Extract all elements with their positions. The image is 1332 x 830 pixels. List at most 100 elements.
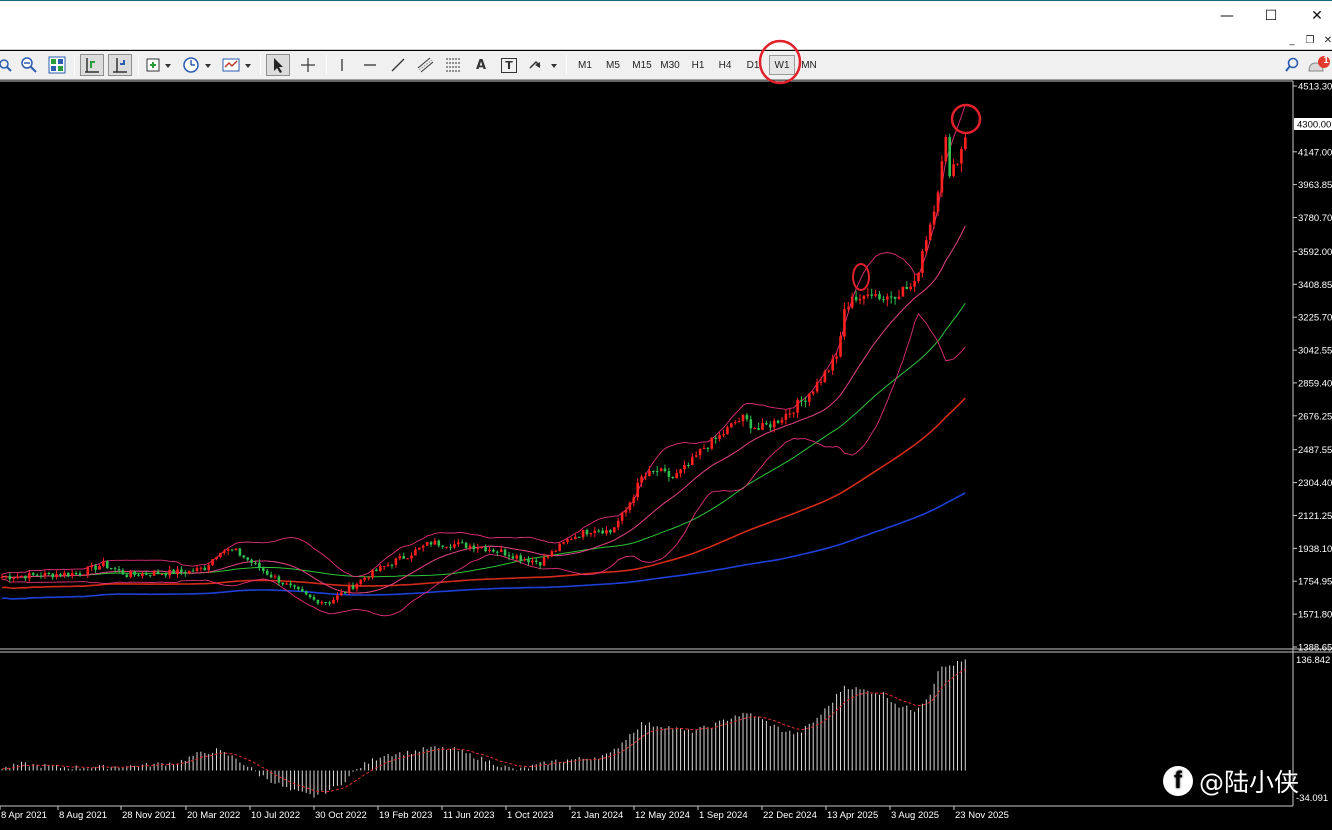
candle-body — [616, 520, 620, 528]
candle-body — [854, 296, 858, 301]
candle-body — [195, 567, 199, 572]
timeframe-m1[interactable]: M1 — [572, 55, 598, 75]
text-label-tool-button[interactable]: T — [498, 54, 520, 76]
candle-body — [262, 568, 265, 571]
candle-body — [379, 566, 382, 571]
candle-body — [152, 571, 156, 576]
periods-clock-icon[interactable] — [180, 54, 214, 76]
horizontal-line-icon[interactable] — [358, 54, 382, 76]
date-tick-label: 22 Dec 2024 — [763, 810, 817, 821]
candle-body — [382, 566, 386, 567]
candle-body — [168, 569, 171, 576]
candle-body — [394, 558, 398, 565]
price-tick-label: 2121.25 — [1298, 511, 1332, 522]
toolbar: A T M1 M5 M15 M30 H1 H4 D1 W1 MN 1 — [0, 51, 1332, 80]
candle-body — [675, 473, 678, 478]
auto-scroll-icon[interactable] — [80, 54, 104, 76]
search-icon[interactable] — [1282, 54, 1302, 76]
candle-body — [429, 542, 433, 545]
candle-body — [8, 576, 12, 579]
candle-body — [304, 591, 308, 595]
candle-body — [609, 530, 612, 533]
close-button[interactable]: ✕ — [1294, 1, 1332, 31]
candle-body — [956, 163, 959, 165]
candle-body — [324, 602, 327, 603]
candle-body — [425, 542, 429, 546]
chart-restore-button[interactable]: ❐ — [1302, 33, 1318, 47]
candle-body — [710, 437, 714, 449]
candle-body — [862, 295, 866, 300]
candle-body — [215, 557, 218, 560]
price-chart[interactable]: 4513.30 4147.00 3963.85 3780.70 3592.00 3408.… — [0, 80, 1332, 830]
candle-body — [293, 585, 296, 587]
candle-body — [581, 530, 585, 538]
vertical-line-icon[interactable] — [332, 54, 352, 76]
candle-body — [12, 577, 15, 579]
candle-body — [480, 547, 483, 549]
alerts-badge: 1 — [1323, 55, 1329, 66]
minimize-button[interactable]: — — [1204, 1, 1250, 31]
text-tool-button[interactable]: A — [470, 54, 492, 76]
toolbar-separator — [74, 55, 75, 75]
candle-body — [589, 532, 593, 535]
candle-body — [125, 574, 129, 578]
trendline-icon[interactable] — [386, 54, 410, 76]
current-price-label: 4300.00 — [1297, 120, 1331, 131]
price-tick-label: 3225.70 — [1298, 313, 1332, 324]
zoom-in-icon[interactable] — [0, 54, 14, 76]
timeframe-h1[interactable]: H1 — [685, 55, 711, 75]
alerts-icon[interactable]: 1 — [1306, 54, 1332, 76]
templates-icon[interactable] — [220, 54, 254, 76]
candle-body — [827, 370, 831, 372]
candle-body — [55, 574, 58, 578]
candle-body — [733, 422, 737, 424]
candle-body — [804, 400, 807, 402]
candle-body — [199, 567, 203, 569]
candle-body — [659, 468, 663, 472]
chart-minimize-button[interactable]: _ — [1284, 33, 1300, 47]
candle-body — [20, 575, 23, 577]
fibonacci-icon[interactable] — [442, 54, 466, 76]
candle-body — [847, 307, 850, 309]
date-tick-label: 11 Jun 2023 — [443, 810, 495, 821]
maximize-button[interactable]: ☐ — [1248, 1, 1294, 31]
chart-shift-icon[interactable] — [108, 54, 132, 76]
tile-windows-icon[interactable] — [46, 54, 68, 76]
candle-body — [246, 557, 249, 560]
candle-body — [667, 471, 671, 477]
candle-body — [332, 599, 335, 604]
price-tick-label: 1938.10 — [1298, 544, 1332, 555]
candle-body — [340, 592, 343, 596]
price-tick-label: 1571.80 — [1298, 610, 1332, 621]
candle-body — [737, 421, 741, 423]
candle-body — [800, 399, 803, 401]
candle-body — [273, 576, 277, 578]
candle-body — [328, 602, 331, 604]
crosshair-icon[interactable] — [296, 54, 320, 76]
timeframe-m5[interactable]: M5 — [600, 55, 626, 75]
candle-body — [312, 597, 316, 600]
candle-body — [82, 574, 86, 576]
price-tick-label: 1754.95 — [1298, 577, 1332, 588]
zoom-out-icon[interactable] — [18, 54, 40, 76]
cursor-icon[interactable] — [266, 54, 290, 76]
indicators-icon[interactable] — [144, 54, 174, 76]
candle-body — [160, 573, 164, 575]
timeframe-m30[interactable]: M30 — [656, 55, 684, 75]
toolbar-separator — [138, 55, 139, 75]
chart-close-button[interactable]: ✕ — [1320, 33, 1332, 47]
timeframe-m15[interactable]: M15 — [628, 55, 656, 75]
arrows-icon[interactable] — [526, 54, 560, 76]
candle-body — [316, 599, 320, 604]
equidistant-channel-icon[interactable] — [414, 54, 438, 76]
candle-body — [230, 549, 234, 551]
candle-body — [636, 482, 639, 498]
timeframe-h4[interactable]: H4 — [712, 55, 738, 75]
toolbar-separator — [260, 55, 261, 75]
candle-body — [433, 540, 437, 545]
candle-body — [784, 414, 788, 420]
date-tick-label: 1 Oct 2023 — [507, 810, 553, 821]
candle-body — [874, 294, 877, 296]
candle-body — [63, 572, 66, 576]
candle-body — [90, 565, 93, 568]
